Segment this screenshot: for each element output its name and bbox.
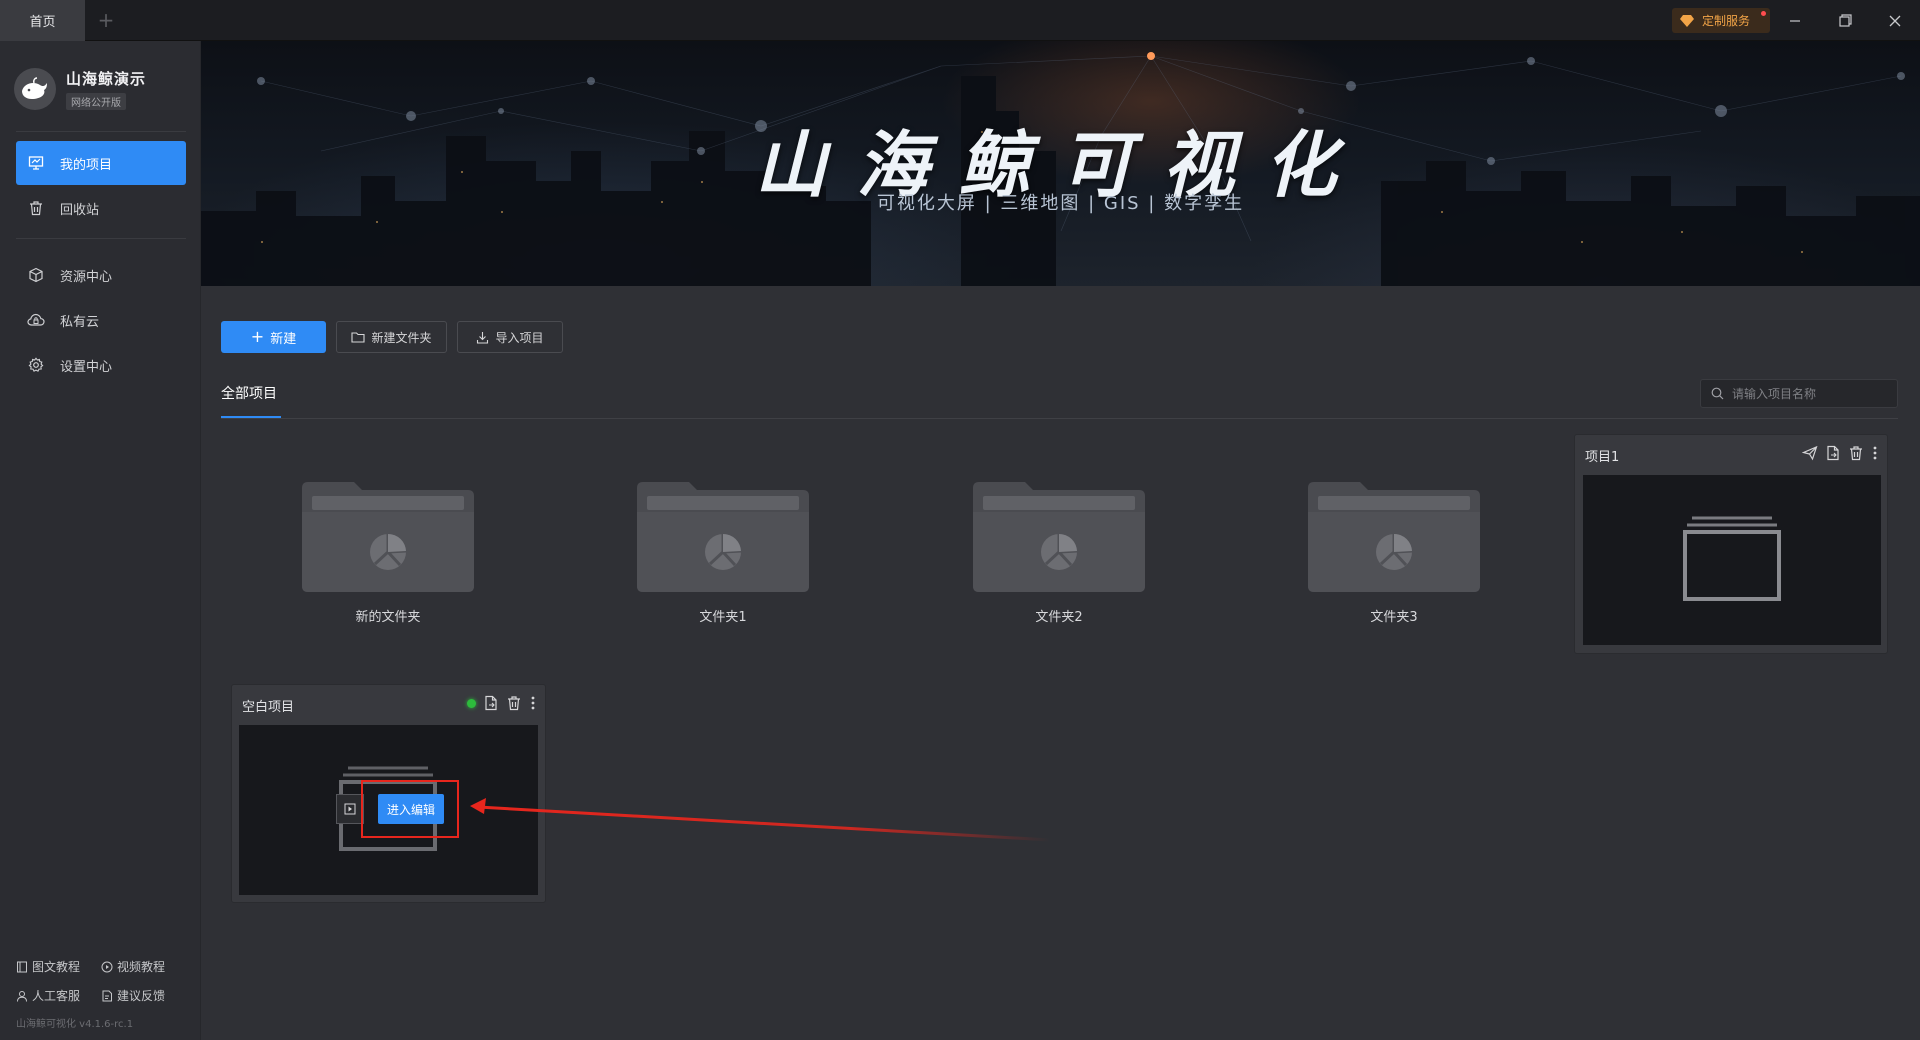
banner-subtitle: 可视化大屏 | 三维地图 | GIS | 数字孪生	[876, 193, 1245, 214]
folder-icon	[1308, 482, 1480, 592]
add-tab-button[interactable]: +	[96, 8, 116, 32]
folder-name: 文件夹1	[699, 610, 747, 625]
plus-icon: +	[250, 327, 265, 346]
brand: 山海鲸演示 网络公开版	[14, 68, 146, 110]
feedback-icon	[102, 990, 112, 1001]
tab-divider	[221, 418, 1898, 419]
version-label: 山海鲸可视化 v4.1.6-rc.1	[16, 1019, 134, 1030]
project-icon	[26, 153, 46, 173]
project-title: 项目1	[1585, 449, 1620, 465]
folder-icon	[351, 332, 366, 343]
folder-item[interactable]: 文件夹2	[973, 482, 1145, 625]
restore-icon	[1838, 14, 1852, 27]
folder-icon	[637, 482, 809, 592]
export-icon[interactable]	[1825, 445, 1841, 461]
sidebar-item-my-projects[interactable]: 我的项目	[16, 141, 186, 185]
folder-name: 文件夹2	[1035, 610, 1083, 625]
support-label: 人工客服	[32, 989, 81, 1003]
folder-name: 新的文件夹	[355, 610, 421, 625]
title-bar: 首页 + 定制服务	[0, 0, 1920, 41]
support-link[interactable]: 人工客服	[16, 987, 80, 1004]
sidebar-item-label: 私有云	[60, 314, 100, 330]
window-placeholder-icon	[1683, 516, 1781, 601]
new-folder-label: 新建文件夹	[371, 330, 432, 345]
new-folder-button[interactable]: 新建文件夹	[336, 321, 447, 353]
project-card[interactable]: 项目1	[1574, 434, 1888, 654]
play-square-icon	[344, 803, 356, 815]
whale-logo-icon	[14, 68, 56, 110]
sidebar-item-label: 我的项目	[60, 157, 113, 173]
new-project-button[interactable]: + 新建	[221, 321, 326, 353]
tab-home[interactable]: 首页	[0, 0, 85, 41]
sidebar-item-label: 资源中心	[60, 269, 113, 285]
trash-icon	[26, 198, 46, 218]
project-thumbnail[interactable]	[1583, 475, 1881, 645]
user-icon	[17, 990, 27, 1002]
gear-icon	[26, 355, 46, 375]
folder-item[interactable]: 文件夹3	[1308, 482, 1480, 625]
feedback-link[interactable]: 建议反馈	[101, 987, 165, 1004]
brand-name: 山海鲸演示	[66, 70, 147, 88]
search-icon	[1711, 387, 1724, 400]
sidebar-item-label: 设置中心	[60, 359, 113, 375]
custom-service-button[interactable]: 定制服务	[1672, 8, 1770, 33]
more-icon[interactable]	[529, 695, 537, 711]
import-label: 导入项目	[495, 330, 544, 345]
sidebar-item-label: 回收站	[60, 202, 100, 218]
close-button[interactable]	[1870, 0, 1920, 41]
project-title: 空白项目	[242, 699, 295, 715]
sidebar-item-resource-center[interactable]: 资源中心	[16, 253, 186, 297]
play-circle-icon	[101, 961, 113, 972]
sidebar: 山海鲸演示 网络公开版 我的项目 回收站 资源中心 私有云 设置中心 图文教程 …	[0, 41, 201, 1040]
sidebar-item-private-cloud[interactable]: 私有云	[16, 298, 186, 342]
sidebar-divider	[16, 238, 186, 239]
sidebar-item-trash[interactable]: 回收站	[16, 186, 186, 230]
folder-name: 文件夹3	[1370, 610, 1418, 625]
hero-banner: 山海鲸可视化 可视化大屏 | 三维地图 | GIS | 数字孪生	[201, 41, 1920, 286]
new-label: 新建	[270, 331, 297, 347]
folder-icon	[973, 482, 1145, 592]
restore-button[interactable]	[1820, 0, 1870, 41]
more-icon[interactable]	[1871, 445, 1879, 461]
tab-all-projects[interactable]: 全部项目	[221, 383, 277, 403]
notification-dot	[1761, 11, 1766, 16]
search-input[interactable]	[1732, 386, 1882, 401]
feedback-label: 建议反馈	[117, 989, 166, 1003]
book-icon	[17, 961, 27, 972]
cube-icon	[26, 265, 46, 285]
annotation-highlight-box	[361, 780, 459, 838]
cloud-icon	[26, 310, 46, 330]
preview-button[interactable]	[336, 794, 364, 824]
video-tutorial-label: 视频教程	[117, 960, 166, 974]
publish-icon[interactable]	[1802, 445, 1818, 461]
folder-item[interactable]: 文件夹1	[637, 482, 809, 625]
folder-icon	[302, 482, 474, 592]
minimize-button[interactable]	[1770, 0, 1820, 41]
diamond-icon	[1680, 14, 1694, 27]
folder-item[interactable]: 新的文件夹	[302, 482, 474, 625]
project-search[interactable]	[1700, 379, 1898, 408]
doc-tutorial-label: 图文教程	[32, 960, 81, 974]
minimize-icon	[1790, 19, 1800, 22]
sidebar-divider	[16, 131, 186, 132]
close-icon	[1889, 15, 1901, 26]
delete-icon[interactable]	[1848, 445, 1864, 461]
online-status-indicator	[467, 698, 476, 708]
custom-service-label: 定制服务	[1702, 14, 1751, 28]
brand-badge: 网络公开版	[66, 93, 126, 110]
sidebar-item-settings[interactable]: 设置中心	[16, 343, 186, 387]
delete-icon[interactable]	[506, 695, 522, 711]
video-tutorial-link[interactable]: 视频教程	[101, 958, 165, 975]
import-project-button[interactable]: 导入项目	[457, 321, 563, 353]
export-icon[interactable]	[483, 695, 499, 711]
doc-tutorial-link[interactable]: 图文教程	[16, 958, 80, 975]
download-icon	[477, 331, 489, 344]
